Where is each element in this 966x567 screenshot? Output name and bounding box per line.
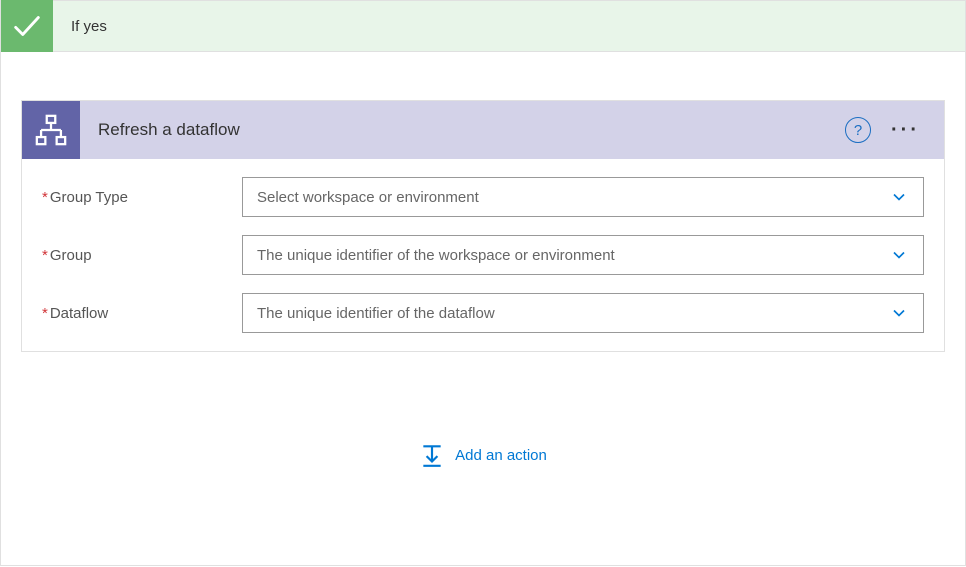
condition-header[interactable]: If yes [0,0,966,52]
action-title: Refresh a dataflow [98,120,845,140]
action-card: Refresh a dataflow ? ··· *Group Type Sel… [21,100,945,352]
add-action-icon [419,442,445,468]
help-icon[interactable]: ? [845,117,871,143]
field-row-group: *Group The unique identifier of the work… [42,235,924,275]
chevron-down-icon [889,303,909,323]
action-header[interactable]: Refresh a dataflow ? ··· [22,101,944,159]
select-placeholder: The unique identifier of the dataflow [257,305,495,322]
add-action-button[interactable]: Add an action [21,442,945,468]
chevron-down-icon [889,187,909,207]
chevron-down-icon [889,245,909,265]
condition-title: If yes [71,18,107,35]
select-placeholder: Select workspace or environment [257,189,479,206]
field-row-dataflow: *Dataflow The unique identifier of the d… [42,293,924,333]
field-label: *Group Type [42,189,242,206]
field-row-group-type: *Group Type Select workspace or environm… [42,177,924,217]
field-label: *Group [42,247,242,264]
action-body: *Group Type Select workspace or environm… [22,159,944,351]
more-options-icon[interactable]: ··· [891,119,920,142]
add-action-label: Add an action [455,447,547,464]
select-placeholder: The unique identifier of the workspace o… [257,247,615,264]
group-select[interactable]: The unique identifier of the workspace o… [242,235,924,275]
checkmark-icon [1,0,53,52]
field-label: *Dataflow [42,305,242,322]
dataflow-icon [22,101,80,159]
condition-body: Refresh a dataflow ? ··· *Group Type Sel… [0,52,966,566]
group-type-select[interactable]: Select workspace or environment [242,177,924,217]
dataflow-select[interactable]: The unique identifier of the dataflow [242,293,924,333]
